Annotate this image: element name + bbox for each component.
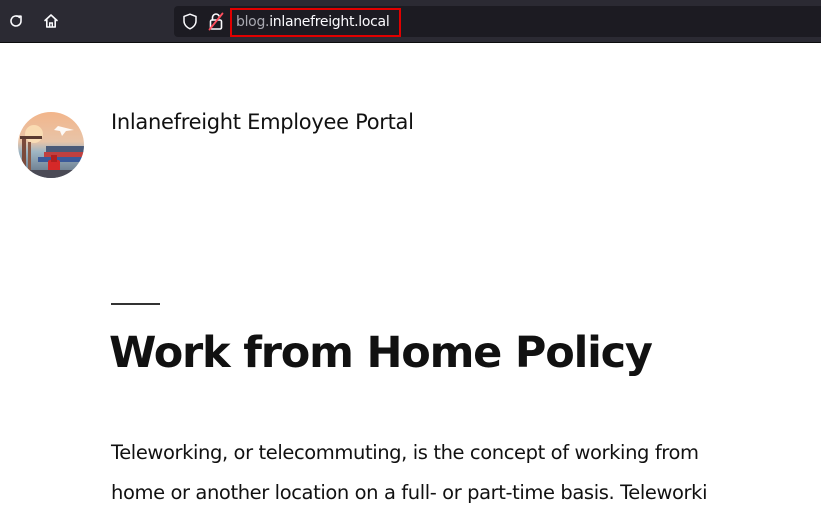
home-icon	[44, 14, 58, 28]
url-highlight-box	[230, 8, 401, 37]
browser-toolbar: blog.inlanefreight.local	[0, 0, 821, 43]
site-logo-image	[18, 112, 84, 178]
post-body: Teleworking, or telecommuting, is the co…	[111, 433, 811, 512]
reload-icon	[10, 15, 22, 27]
title-separator	[111, 303, 160, 305]
home-button[interactable]	[40, 10, 62, 32]
post-body-line: Teleworking, or telecommuting, is the co…	[111, 441, 699, 464]
post-body-line: home or another location on a full- or p…	[111, 480, 708, 504]
insecure-lock-icon[interactable]	[208, 12, 224, 31]
site-logo[interactable]	[18, 112, 84, 178]
post-title: Work from Home Policy	[109, 328, 653, 378]
site-title[interactable]: Inlanefreight Employee Portal	[111, 110, 414, 134]
shield-icon[interactable]	[182, 13, 198, 30]
reload-button[interactable]	[5, 10, 27, 32]
